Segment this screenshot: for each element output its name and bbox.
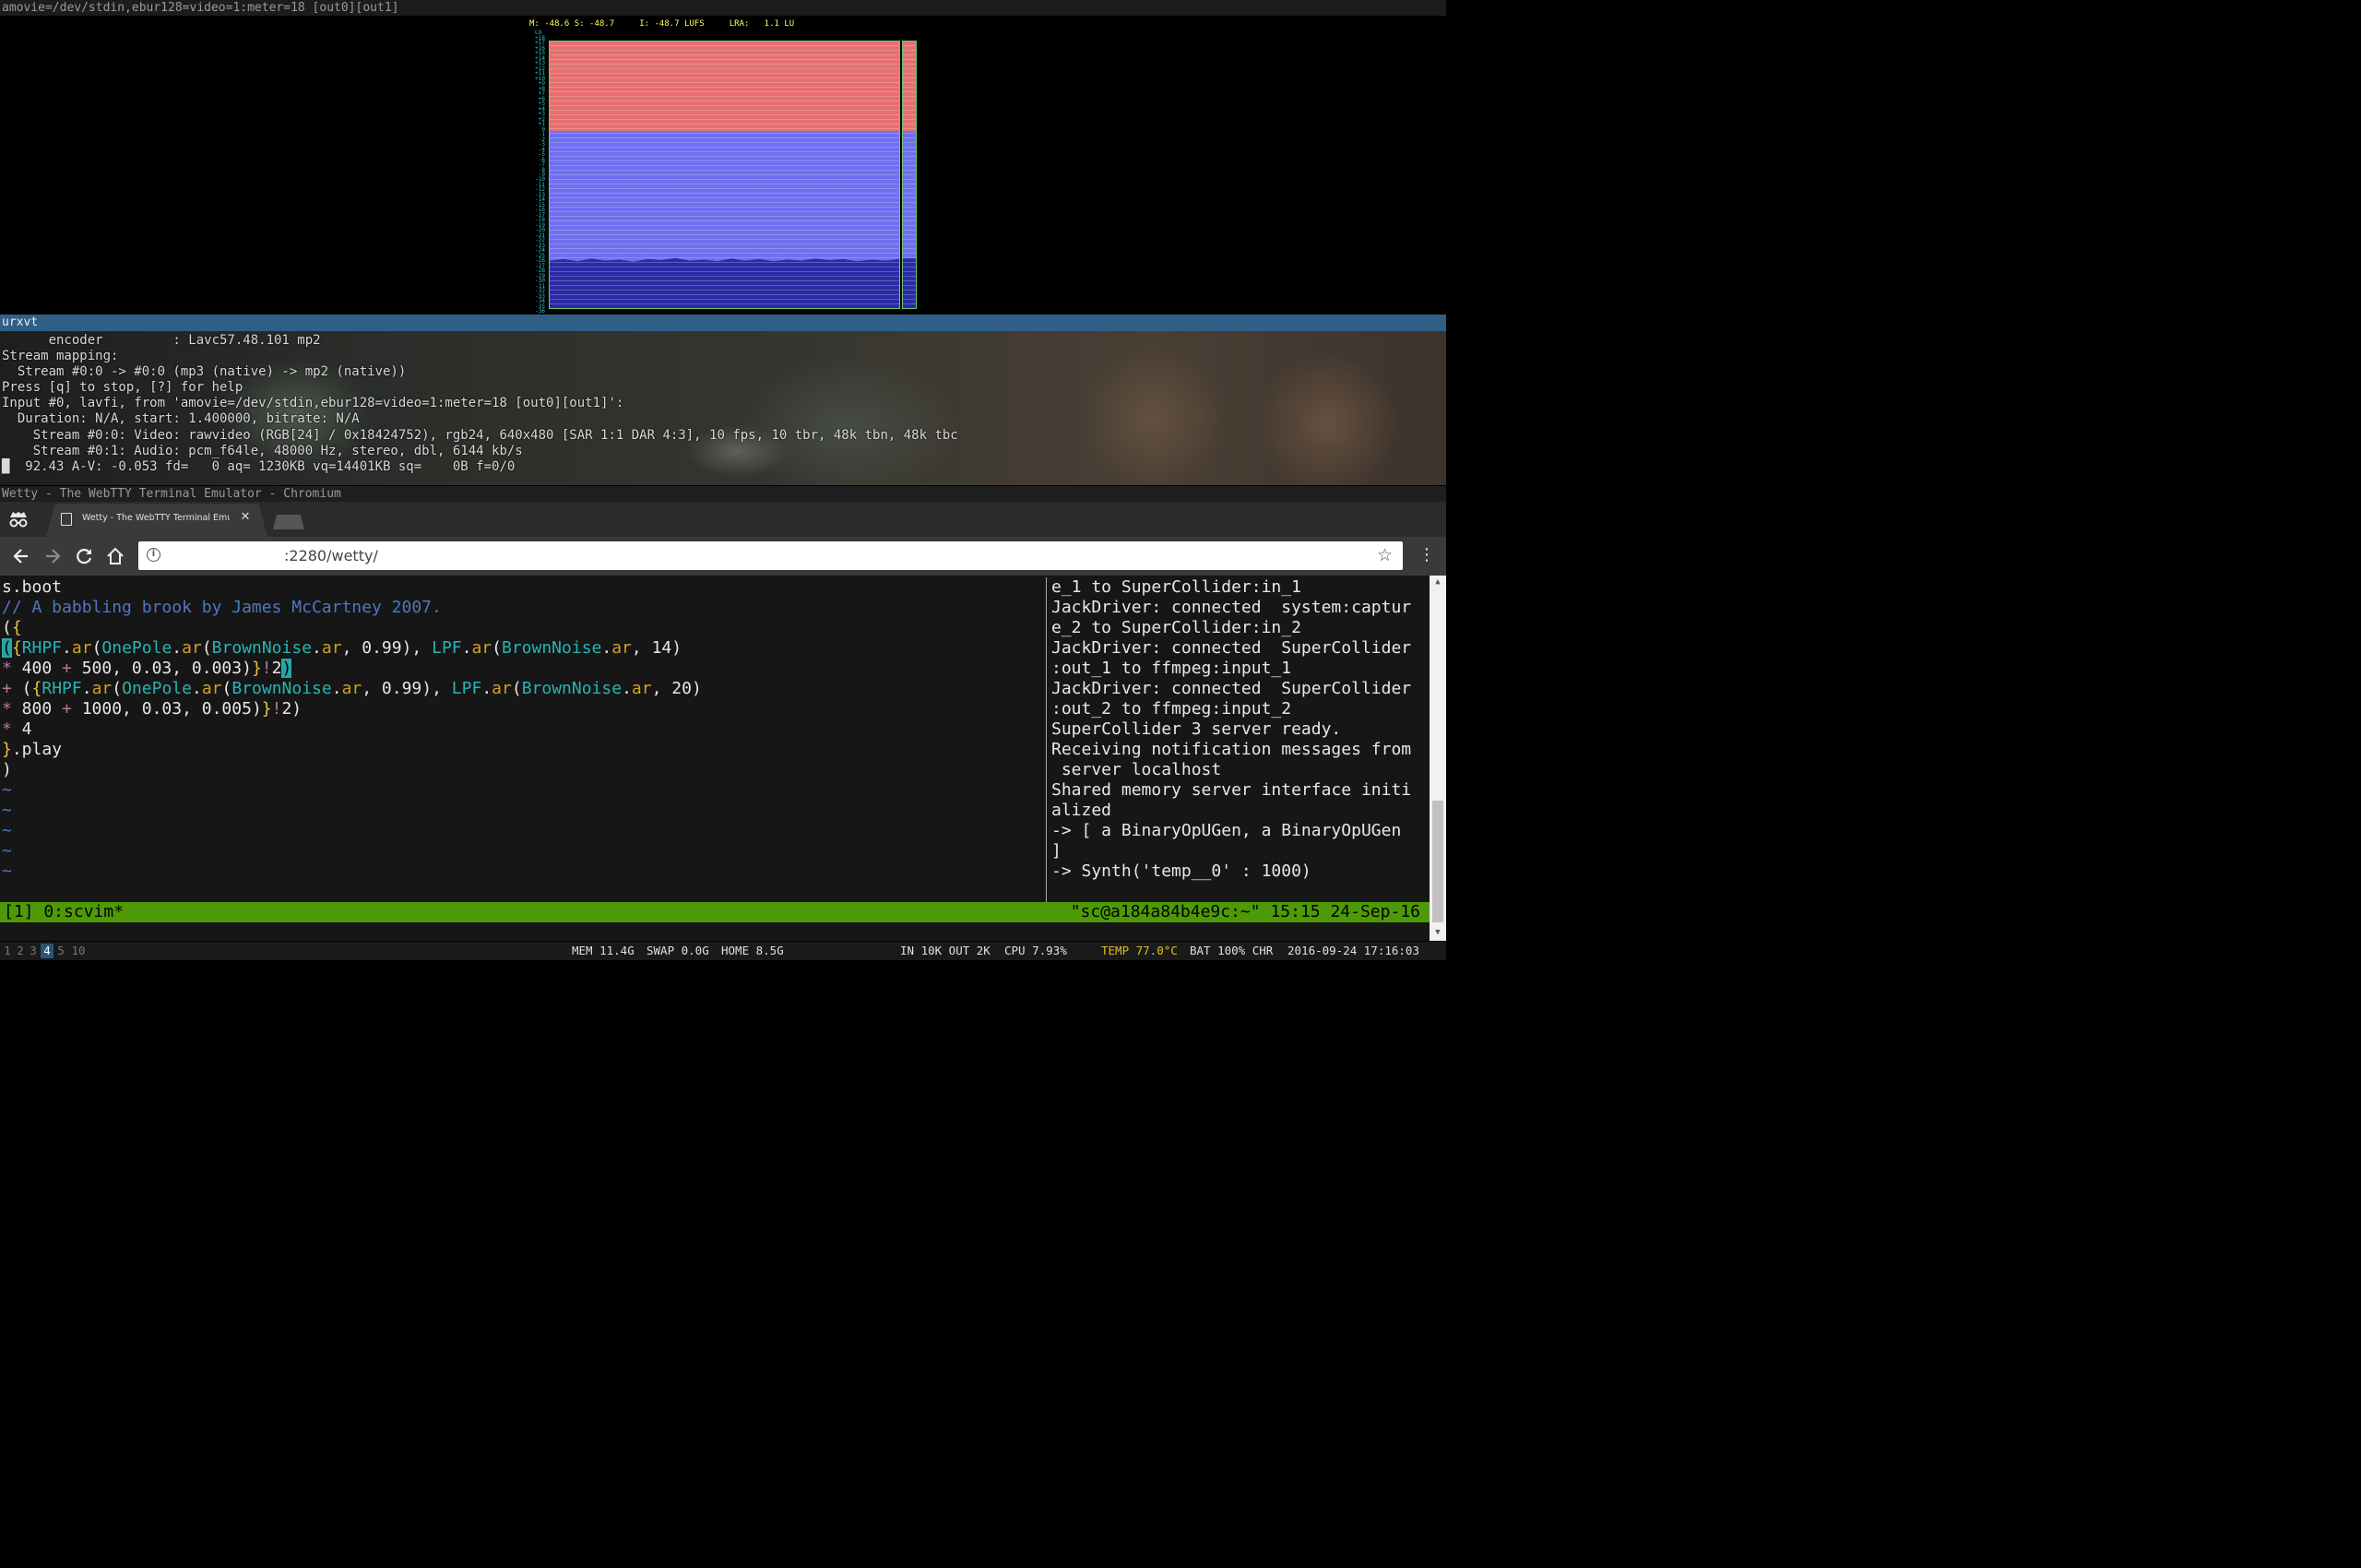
battery-status: BAT 100% CHR <box>1190 944 1274 957</box>
post-window-line: JackDriver: connected system:captur <box>1051 598 1412 617</box>
post-window-line: e_2 to SuperCollider:in_2 <box>1051 618 1301 637</box>
side-gridlines <box>903 42 916 308</box>
tmux-host-time: "sc@a184a84b4e9c:~" 15:15 24-Sep-16 <box>1070 902 1420 921</box>
ffmpeg-output-line: Stream #0:0 -> #0:0 (mp3 (native) -> mp2… <box>2 364 407 380</box>
post-window-line: :out_2 to ffmpeg:input_2 <box>1051 699 1292 719</box>
pane-divider[interactable] <box>1046 577 1047 902</box>
star-icon[interactable]: ☆ <box>1377 545 1393 565</box>
workspace-3[interactable]: 3 <box>28 944 39 958</box>
code-line-7: * 800 + 1000, 0.03, 0.005)}!2) <box>2 699 303 719</box>
code-line-1: s.boot <box>2 577 63 597</box>
back-arrow-icon[interactable] <box>11 546 31 566</box>
page-icon <box>61 513 72 526</box>
code-line-5: * 400 + 500, 0.03, 0.003)}!2) <box>2 659 292 678</box>
code-line-8: * 4 <box>2 719 32 739</box>
tab-title: Wetty - The WebTTY Terminal Emulator <box>82 513 230 523</box>
vim-empty-line: ~ <box>2 841 12 861</box>
close-icon[interactable]: ✕ <box>238 510 253 525</box>
system-status-bar: 1 2 3 4 5 10 MEM 11.4G SWAP 0.0G HOME 8.… <box>0 942 1446 960</box>
tab-strip: Wetty - The WebTTY Terminal Emulator ✕ <box>0 502 1446 537</box>
url-text[interactable]: :2280/wetty/ <box>284 547 378 564</box>
post-window-line: server localhost <box>1051 760 1222 779</box>
menu-icon[interactable]: ⋮ <box>1418 545 1435 565</box>
ffmpeg-output-line: Stream #0:0: Video: rawvideo (RGB[24] / … <box>2 427 958 443</box>
ffmpeg-output-line: Press [q] to stop, [?] for help <box>2 380 243 396</box>
memory-usage: MEM 11.4G <box>572 944 635 957</box>
ffmpeg-output-line: encoder : Lavc57.48.101 mp2 <box>2 333 321 348</box>
scrollbar-thumb[interactable] <box>1432 801 1443 922</box>
post-window-line: JackDriver: connected SuperCollider <box>1051 679 1412 698</box>
vim-empty-line: ~ <box>2 821 12 840</box>
workspace-5[interactable]: 5 <box>55 944 66 958</box>
forward-arrow-icon[interactable] <box>42 546 63 566</box>
scroll-down-icon[interactable]: ▼ <box>1432 928 1443 937</box>
network-traffic: IN 10K OUT 2K <box>900 944 991 957</box>
home-icon[interactable] <box>105 546 125 566</box>
ffmpeg-output-line: Duration: N/A, start: 1.400000, bitrate:… <box>2 411 360 427</box>
workspace-4[interactable]: 4 <box>41 944 53 958</box>
tmux-window-list[interactable]: [1] 0:scvim* <box>4 902 124 922</box>
code-line-9: }.play <box>2 740 63 759</box>
urxvt-terminal[interactable]: encoder : Lavc57.48.101 mp2 Stream mappin… <box>0 331 1446 485</box>
tmux-status-bar: [1] 0:scvim* "sc@a184a84b4e9c:~" 15:15 2… <box>0 902 1430 922</box>
post-window-line: -> Synth('temp__0' : 1000) <box>1051 861 1311 881</box>
incognito-icon <box>7 509 30 529</box>
meter-readout: M: -48.6 S: -48.7 I: -48.7 LUFS LRA: 1.1… <box>529 19 795 29</box>
vim-empty-line: ~ <box>2 801 12 820</box>
code-line-10: ) <box>2 760 12 779</box>
window-title-urxvt[interactable]: urxvt <box>0 315 1446 331</box>
reload-icon[interactable] <box>74 546 94 566</box>
ffmpeg-output-line: Stream mapping: <box>2 349 119 364</box>
window-title-chromium[interactable]: Wetty - The WebTTY Terminal Emulator - C… <box>0 486 1446 502</box>
graph-gridlines <box>550 42 899 308</box>
meter-scale: +18 +17 +16 +15 +14 +13 +12 +11 +10 +9 +8 +7 +6 +5 +4 +… <box>528 36 545 315</box>
post-window-line: JackDriver: connected SuperCollider <box>1051 638 1412 658</box>
swap-usage: SWAP 0.0G <box>647 944 709 957</box>
post-window-line: Receiving notification messages from <box>1051 740 1412 759</box>
workspace-2[interactable]: 2 <box>15 944 26 958</box>
new-tab-button[interactable] <box>273 515 304 529</box>
temperature: TEMP 77.0°C <box>1101 944 1178 957</box>
browser-toolbar: i :2280/wetty/ ☆ ⋮ <box>0 537 1446 576</box>
home-usage: HOME 8.5G <box>721 944 784 957</box>
post-window-line: e_1 to SuperCollider:in_1 <box>1051 577 1301 597</box>
ffmpeg-output-line: █ 92.43 A-V: -0.053 fd= 0 aq= 1230KB vq=… <box>2 458 516 474</box>
post-window-line: Shared memory server interface initi <box>1051 780 1412 800</box>
ffmpeg-output-line: Input #0, lavfi, from 'amovie=/dev/stdin… <box>2 396 624 411</box>
code-comment: // A babbling brook by James McCartney 2… <box>2 598 442 617</box>
vim-empty-line: ~ <box>2 780 12 800</box>
scroll-up-icon[interactable]: ▲ <box>1432 577 1443 587</box>
ffmpeg-output: encoder : Lavc57.48.101 mp2 Stream mappin… <box>2 333 958 475</box>
loudness-graph <box>549 41 900 309</box>
post-window-line: SuperCollider 3 server ready. <box>1051 719 1342 739</box>
vim-empty-line: ~ <box>2 861 12 881</box>
window-title-ebur128[interactable]: amovie=/dev/stdin,ebur128=video=1:meter=… <box>0 0 1446 16</box>
wetty-terminal[interactable]: s.boot // A babbling brook by James McCa… <box>0 576 1446 941</box>
ffmpeg-output-line: Stream #0:1: Audio: pcm_f64le, 48000 Hz,… <box>2 443 523 458</box>
code-line-3: ({ <box>2 618 22 637</box>
clock: 2016-09-24 17:16:03 <box>1287 944 1419 957</box>
post-window-line: :out_1 to ffmpeg:input_1 <box>1051 659 1292 678</box>
address-bar[interactable]: i :2280/wetty/ ☆ <box>138 541 1403 570</box>
vim-editor-pane[interactable]: s.boot // A babbling brook by James McCa… <box>2 577 1044 900</box>
loudness-meter-window: M: -48.6 S: -48.7 I: -48.7 LUFS LRA: 1.1… <box>0 16 1446 315</box>
post-window-line: -> [ a BinaryOpUGen, a BinaryOpUGen <box>1051 821 1402 840</box>
cpu-usage: CPU 7.93% <box>1004 944 1067 957</box>
code-line-4: ({RHPF.ar(OnePole.ar(BrownNoise.ar, 0.99… <box>2 638 682 658</box>
info-icon[interactable]: i <box>147 548 160 562</box>
workspace-10[interactable]: 10 <box>69 944 88 958</box>
workspace-1[interactable]: 1 <box>2 944 13 958</box>
post-window-line: ] <box>1051 841 1062 861</box>
post-window-line: alized <box>1051 801 1112 820</box>
code-line-6: + ({RHPF.ar(OnePole.ar(BrownNoise.ar, 0.… <box>2 679 702 698</box>
momentary-meter-bar <box>902 41 917 309</box>
